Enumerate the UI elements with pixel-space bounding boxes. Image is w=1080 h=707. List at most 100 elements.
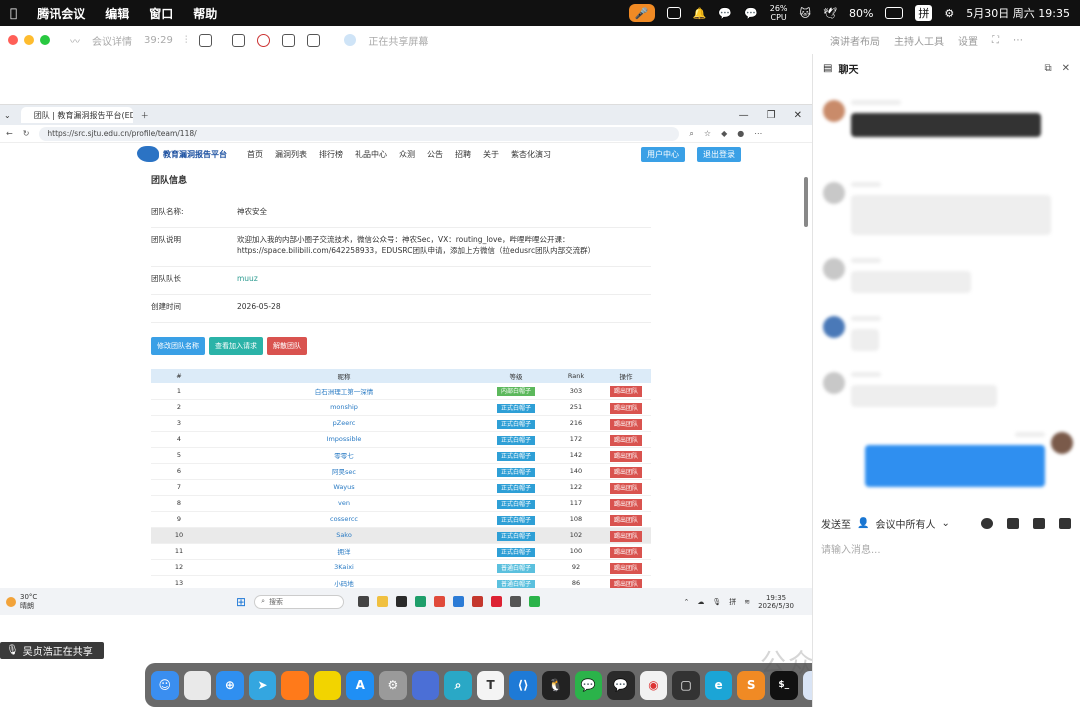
- new-tab-icon[interactable]: ＋: [141, 110, 149, 121]
- member-name-link[interactable]: pZeerc: [333, 419, 356, 427]
- nav-about[interactable]: 关于: [483, 149, 499, 160]
- kick-member-button[interactable]: 踢出团队: [609, 450, 642, 462]
- wechat-taskbar-icon[interactable]: [529, 596, 541, 607]
- settings-button[interactable]: 设置: [958, 33, 978, 48]
- app-store-icon[interactable]: A: [346, 670, 375, 700]
- user-center-button[interactable]: 用户中心: [641, 146, 685, 162]
- nav-drill[interactable]: 紫杏化演习: [511, 149, 551, 160]
- chrome-dock-icon[interactable]: ◉: [639, 670, 668, 700]
- battery-icon[interactable]: [885, 7, 904, 19]
- member-name-link[interactable]: 白石洲理工第一深情: [315, 388, 374, 396]
- start-icon[interactable]: ⊞: [236, 595, 246, 609]
- nav-notice[interactable]: 公告: [427, 149, 443, 160]
- wifi-icon[interactable]: ≋: [744, 598, 750, 606]
- parallels-icon[interactable]: [411, 670, 440, 700]
- member-name-link[interactable]: monship: [330, 403, 358, 411]
- nav-ranking[interactable]: 排行榜: [319, 149, 343, 160]
- record-icon[interactable]: [257, 33, 271, 47]
- safari-icon[interactable]: ⊕: [216, 670, 244, 700]
- member-name-link[interactable]: ven: [338, 499, 350, 507]
- restore-icon[interactable]: ❐: [767, 110, 776, 121]
- team-leader-link[interactable]: muuz: [237, 273, 651, 284]
- star-icon[interactable]: ☆: [704, 129, 711, 138]
- vscode-icon[interactable]: ⟨⟩: [509, 670, 537, 700]
- member-name-link[interactable]: Wayus: [333, 483, 354, 491]
- search-app-icon[interactable]: ⌕: [444, 670, 472, 700]
- launchpad-icon[interactable]: [183, 670, 212, 700]
- minimize-window-button[interactable]: [24, 35, 34, 45]
- sublime-icon[interactable]: S: [737, 670, 765, 700]
- system-settings-icon[interactable]: ⚙: [379, 670, 407, 700]
- tab-list-icon[interactable]: ⌄: [4, 111, 11, 120]
- kick-member-button[interactable]: 踢出团队: [609, 482, 642, 494]
- extension-icon[interactable]: ◆: [721, 129, 727, 138]
- member-name-link[interactable]: 小码地: [334, 580, 354, 588]
- close-window-button[interactable]: [8, 35, 18, 45]
- kick-member-button[interactable]: 踢出团队: [609, 530, 642, 542]
- scrollbar[interactable]: [804, 177, 808, 227]
- member-name-link[interactable]: 阿昊sec: [332, 468, 356, 476]
- nav-crowdtest[interactable]: 众测: [399, 149, 415, 160]
- nav-vuln-list[interactable]: 漏洞列表: [275, 149, 307, 160]
- fullscreen-icon[interactable]: ⛶: [992, 35, 999, 46]
- bird-icon[interactable]: 🕊: [823, 7, 837, 20]
- task-view-icon[interactable]: [358, 596, 370, 607]
- zoom-icon[interactable]: ⌕: [689, 129, 693, 139]
- ime-indicator[interactable]: 拼: [915, 5, 933, 21]
- chat-dock-icon[interactable]: 💬: [607, 670, 635, 700]
- chrome-icon[interactable]: [434, 596, 446, 607]
- firefox-icon[interactable]: [281, 670, 309, 700]
- menubar-clock[interactable]: 5月30日 周六 19:35: [966, 5, 1070, 21]
- announce-icon[interactable]: [1033, 518, 1045, 529]
- annotate-icon[interactable]: [282, 33, 296, 47]
- popout-icon[interactable]: ⧉: [1044, 63, 1051, 74]
- chevron-down-icon[interactable]: ⌄: [941, 518, 949, 529]
- member-name-link[interactable]: 零零七: [334, 452, 354, 460]
- meeting-app-icon[interactable]: [453, 596, 465, 607]
- member-name-link[interactable]: Impossible: [327, 435, 362, 443]
- pineapple-app-icon[interactable]: [313, 670, 342, 700]
- back-icon[interactable]: ←: [6, 129, 13, 138]
- member-name-link[interactable]: Sako: [336, 531, 352, 539]
- kick-member-button[interactable]: 踢出团队: [609, 402, 642, 414]
- kick-member-button[interactable]: 踢出团队: [609, 514, 642, 526]
- finder-icon[interactable]: ☺: [151, 670, 179, 700]
- wechat-icon[interactable]: 💬: [718, 7, 732, 20]
- kick-member-button[interactable]: 踢出团队: [609, 546, 642, 558]
- typora-icon[interactable]: [510, 596, 522, 607]
- menu-dots-icon[interactable]: ⋯: [754, 129, 762, 138]
- cloud-icon[interactable]: ☁: [697, 598, 704, 606]
- control-center-icon[interactable]: ⚙: [944, 7, 954, 20]
- terminal-dock-icon[interactable]: $_: [769, 670, 798, 700]
- chat-input[interactable]: 请输入消息...: [821, 541, 881, 556]
- close-chat-icon[interactable]: ✕: [1062, 63, 1070, 74]
- member-name-link[interactable]: cossercc: [330, 515, 358, 523]
- microphone-icon[interactable]: 🎤: [628, 4, 655, 22]
- wechat-dock-icon[interactable]: 💬: [574, 670, 603, 700]
- menu-app[interactable]: 腾讯会议: [37, 5, 85, 22]
- reload-icon[interactable]: ↻: [23, 129, 30, 138]
- apple-icon[interactable]: : [10, 6, 17, 20]
- view-requests-button[interactable]: 查看加入请求: [209, 337, 263, 355]
- telegram-icon[interactable]: ➤: [248, 670, 277, 700]
- tray-arrow-icon[interactable]: ⌃: [683, 598, 689, 606]
- member-name-link[interactable]: 拥洋: [338, 548, 351, 556]
- cat-icon[interactable]: 🐱: [800, 7, 811, 20]
- menu-help[interactable]: 帮助: [193, 5, 217, 22]
- wechat-tray-icon[interactable]: 💬: [744, 7, 758, 20]
- hide-icon[interactable]: [307, 33, 321, 47]
- nav-jobs[interactable]: 招聘: [455, 149, 471, 160]
- browser-tab[interactable]: 团队 | 教育漏洞报告平台(EDUSRC) ✕: [20, 107, 133, 123]
- kick-member-button[interactable]: 踢出团队: [609, 498, 642, 510]
- url-field[interactable]: https://src.sjtu.edu.cn/profile/team/118…: [39, 126, 680, 141]
- kick-member-button[interactable]: 踢出团队: [609, 434, 642, 446]
- rename-team-button[interactable]: 修改团队名称: [151, 337, 205, 355]
- taskbar-clock[interactable]: 19:35 2026/5/30: [758, 594, 794, 610]
- maximize-window-button[interactable]: [40, 35, 50, 45]
- edge-icon[interactable]: [415, 596, 427, 607]
- typora-dock-icon[interactable]: T: [476, 670, 505, 700]
- screen-icon[interactable]: [666, 7, 681, 19]
- emoji-icon[interactable]: [981, 518, 993, 529]
- terminal-icon[interactable]: [396, 596, 408, 607]
- kick-member-button[interactable]: 踢出团队: [609, 466, 642, 478]
